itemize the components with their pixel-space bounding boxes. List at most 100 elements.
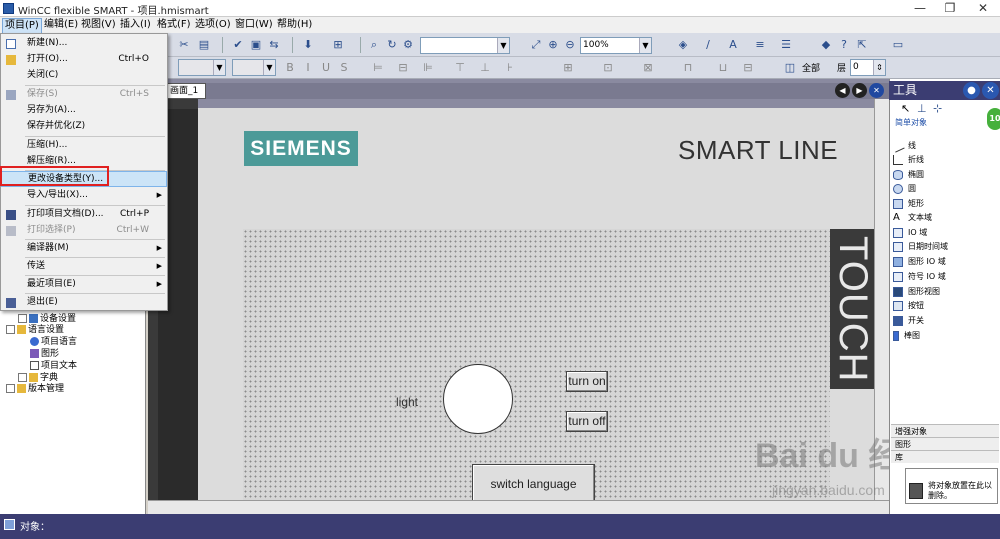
order-icon[interactable]: ⊟ <box>740 60 756 76</box>
rotate-icon[interactable]: ⊥ <box>917 102 927 115</box>
ungroup-icon[interactable]: ⊠ <box>640 60 656 76</box>
close-tools-icon[interactable]: ✕ <box>982 82 999 99</box>
compile-icon[interactable]: ▣ <box>248 37 264 53</box>
pointer-icon[interactable]: ⇱ <box>854 37 870 53</box>
close-window-button[interactable]: ✕ <box>968 0 998 17</box>
line-style-icon[interactable]: ≡ <box>752 37 768 53</box>
refresh-icon[interactable]: ↻ <box>384 37 400 53</box>
tool-switch[interactable]: 开关 <box>893 314 924 328</box>
light-label[interactable]: light <box>396 395 418 409</box>
menu-item-close[interactable]: 关闭(C) <box>1 68 167 84</box>
tools-section-graphics[interactable]: 图形 <box>891 437 999 450</box>
find-icon[interactable]: ⌕ <box>366 37 382 53</box>
underline-icon[interactable]: U <box>318 60 334 76</box>
layer-stepper[interactable]: 0 ⇕ <box>850 59 886 76</box>
font-size-select[interactable]: ▼ <box>232 59 276 76</box>
menu-item-import-export[interactable]: 导入/导出(X)... ▶ <box>1 188 167 204</box>
menu-item-open[interactable]: 打开(O)... Ctrl+O <box>1 52 167 68</box>
font-color-icon[interactable]: A <box>725 37 741 53</box>
download-icon[interactable]: ⬇ <box>300 37 316 53</box>
menu-help[interactable]: 帮助(H) <box>275 18 314 32</box>
distribute-icon[interactable]: ⊞ <box>560 60 576 76</box>
turn-off-button[interactable]: turn off <box>566 411 608 432</box>
align-left-icon[interactable]: ⊨ <box>370 60 386 76</box>
zoom-out-icon[interactable]: ⊖ <box>562 37 578 53</box>
zoom-in-icon[interactable]: ⊕ <box>545 37 561 53</box>
tool-symbolic-io[interactable]: 符号 IO 域 <box>893 270 946 284</box>
front-icon[interactable]: ⊓ <box>680 60 696 76</box>
pin-icon[interactable]: ● <box>963 82 980 99</box>
tab-screen-1[interactable]: 画面_1 <box>166 83 206 99</box>
network-icon[interactable]: ⊞ <box>330 37 346 53</box>
menu-item-compiler[interactable]: 编译器(M) ▶ <box>1 241 167 257</box>
group-icon[interactable]: ⊡ <box>600 60 616 76</box>
tool-line[interactable]: 线 <box>891 138 916 153</box>
tools-section-library[interactable]: 库 <box>891 450 999 463</box>
restore-button[interactable]: ❐ <box>935 0 965 17</box>
window-layout-icon[interactable]: ▭ <box>890 37 906 53</box>
tool-ellipse[interactable]: 椭圆 <box>893 168 924 182</box>
switch-language-button[interactable]: switch language <box>472 464 595 504</box>
minimize-button[interactable]: — <box>905 0 935 17</box>
settings-icon[interactable]: ⚙ <box>400 37 416 53</box>
library-icon[interactable]: ◆ <box>818 37 834 53</box>
layers-icon[interactable]: ◫ <box>782 60 798 76</box>
menu-item-recent[interactable]: 最近项目(E) ▶ <box>1 277 167 293</box>
delete-drop-zone[interactable]: 将对象放置在此以删除。 <box>905 468 998 504</box>
tool-polyline[interactable]: 折线 <box>893 153 924 167</box>
help-icon[interactable]: ? <box>836 37 852 53</box>
tool-bar[interactable]: 棒图 <box>893 329 920 343</box>
tool-circle[interactable]: 圆 <box>893 182 916 196</box>
tools-group-simple[interactable]: 简单对象 <box>891 117 986 129</box>
horizontal-scrollbar[interactable] <box>148 500 889 514</box>
align-middle-icon[interactable]: ⊥ <box>477 60 493 76</box>
italic-icon[interactable]: I <box>300 60 316 76</box>
font-select[interactable]: ▼ <box>178 59 226 76</box>
menu-item-save-as[interactable]: 另存为(A)... <box>1 103 167 119</box>
menu-edit[interactable]: 编辑(E) <box>42 18 80 32</box>
tree-item[interactable]: 版本管理 <box>6 381 64 394</box>
align-top-icon[interactable]: ⊤ <box>452 60 468 76</box>
menu-item-save-optimize[interactable]: 保存并优化(Z) <box>1 119 167 135</box>
line-color-icon[interactable]: ∕ <box>700 37 716 53</box>
tool-graphic-io[interactable]: 图形 IO 域 <box>893 255 946 269</box>
menu-project[interactable]: 项目(P) <box>2 18 42 34</box>
zoom-tool-icon[interactable]: ⊹ <box>933 102 942 115</box>
transfer-icon[interactable]: ⇆ <box>266 37 282 53</box>
menu-item-exit[interactable]: 退出(E) <box>1 295 167 311</box>
tool-rectangle[interactable]: 矩形 <box>893 197 924 211</box>
check-icon[interactable]: ✔ <box>230 37 246 53</box>
tool-text-field[interactable]: A 文本域 <box>893 211 932 225</box>
menu-view[interactable]: 视图(V) <box>79 18 118 32</box>
zoom-fit-icon[interactable]: ⤢ <box>528 37 544 53</box>
menu-item-print-selection[interactable]: 打印选择(P) Ctrl+W <box>1 223 167 239</box>
object-select[interactable]: ▼ <box>420 37 510 54</box>
tool-datetime-field[interactable]: 日期时间域 <box>893 240 948 254</box>
screen-canvas[interactable] <box>243 229 830 500</box>
bold-icon[interactable]: B <box>282 60 298 76</box>
paste-icon[interactable]: ▤ <box>196 37 212 53</box>
tool-io-field[interactable]: IO 域 <box>893 226 927 240</box>
menu-item-new[interactable]: 新建(N)... <box>1 36 167 52</box>
menu-item-print-docs[interactable]: 打印项目文档(D)... Ctrl+P <box>1 207 167 223</box>
next-tab-icon[interactable]: ▶ <box>852 83 867 98</box>
cut-icon[interactable]: ✂ <box>176 37 192 53</box>
menu-item-compress[interactable]: 压缩(H)... <box>1 138 167 154</box>
light-indicator[interactable] <box>443 364 513 434</box>
tool-graphic-view[interactable]: 图形视图 <box>893 285 940 299</box>
menu-item-transfer[interactable]: 传送 ▶ <box>1 259 167 275</box>
menu-insert[interactable]: 插入(I) <box>118 18 153 32</box>
strikethrough-icon[interactable]: S <box>336 60 352 76</box>
fill-color-icon[interactable]: ◈ <box>675 37 691 53</box>
zoom-select[interactable]: 100% ▼ <box>580 37 652 54</box>
menu-window[interactable]: 窗口(W) <box>233 18 275 32</box>
align-bottom-icon[interactable]: ⊦ <box>502 60 518 76</box>
select-pointer-icon[interactable]: ↖ <box>901 102 910 115</box>
prev-tab-icon[interactable]: ◀ <box>835 83 850 98</box>
align-center-icon[interactable]: ⊟ <box>395 60 411 76</box>
align-right-icon[interactable]: ⊫ <box>420 60 436 76</box>
back-icon[interactable]: ⊔ <box>715 60 731 76</box>
line-width-icon[interactable]: ☰ <box>778 37 794 53</box>
close-editor-icon[interactable]: ✕ <box>869 83 884 98</box>
turn-on-button[interactable]: turn on <box>566 371 608 392</box>
